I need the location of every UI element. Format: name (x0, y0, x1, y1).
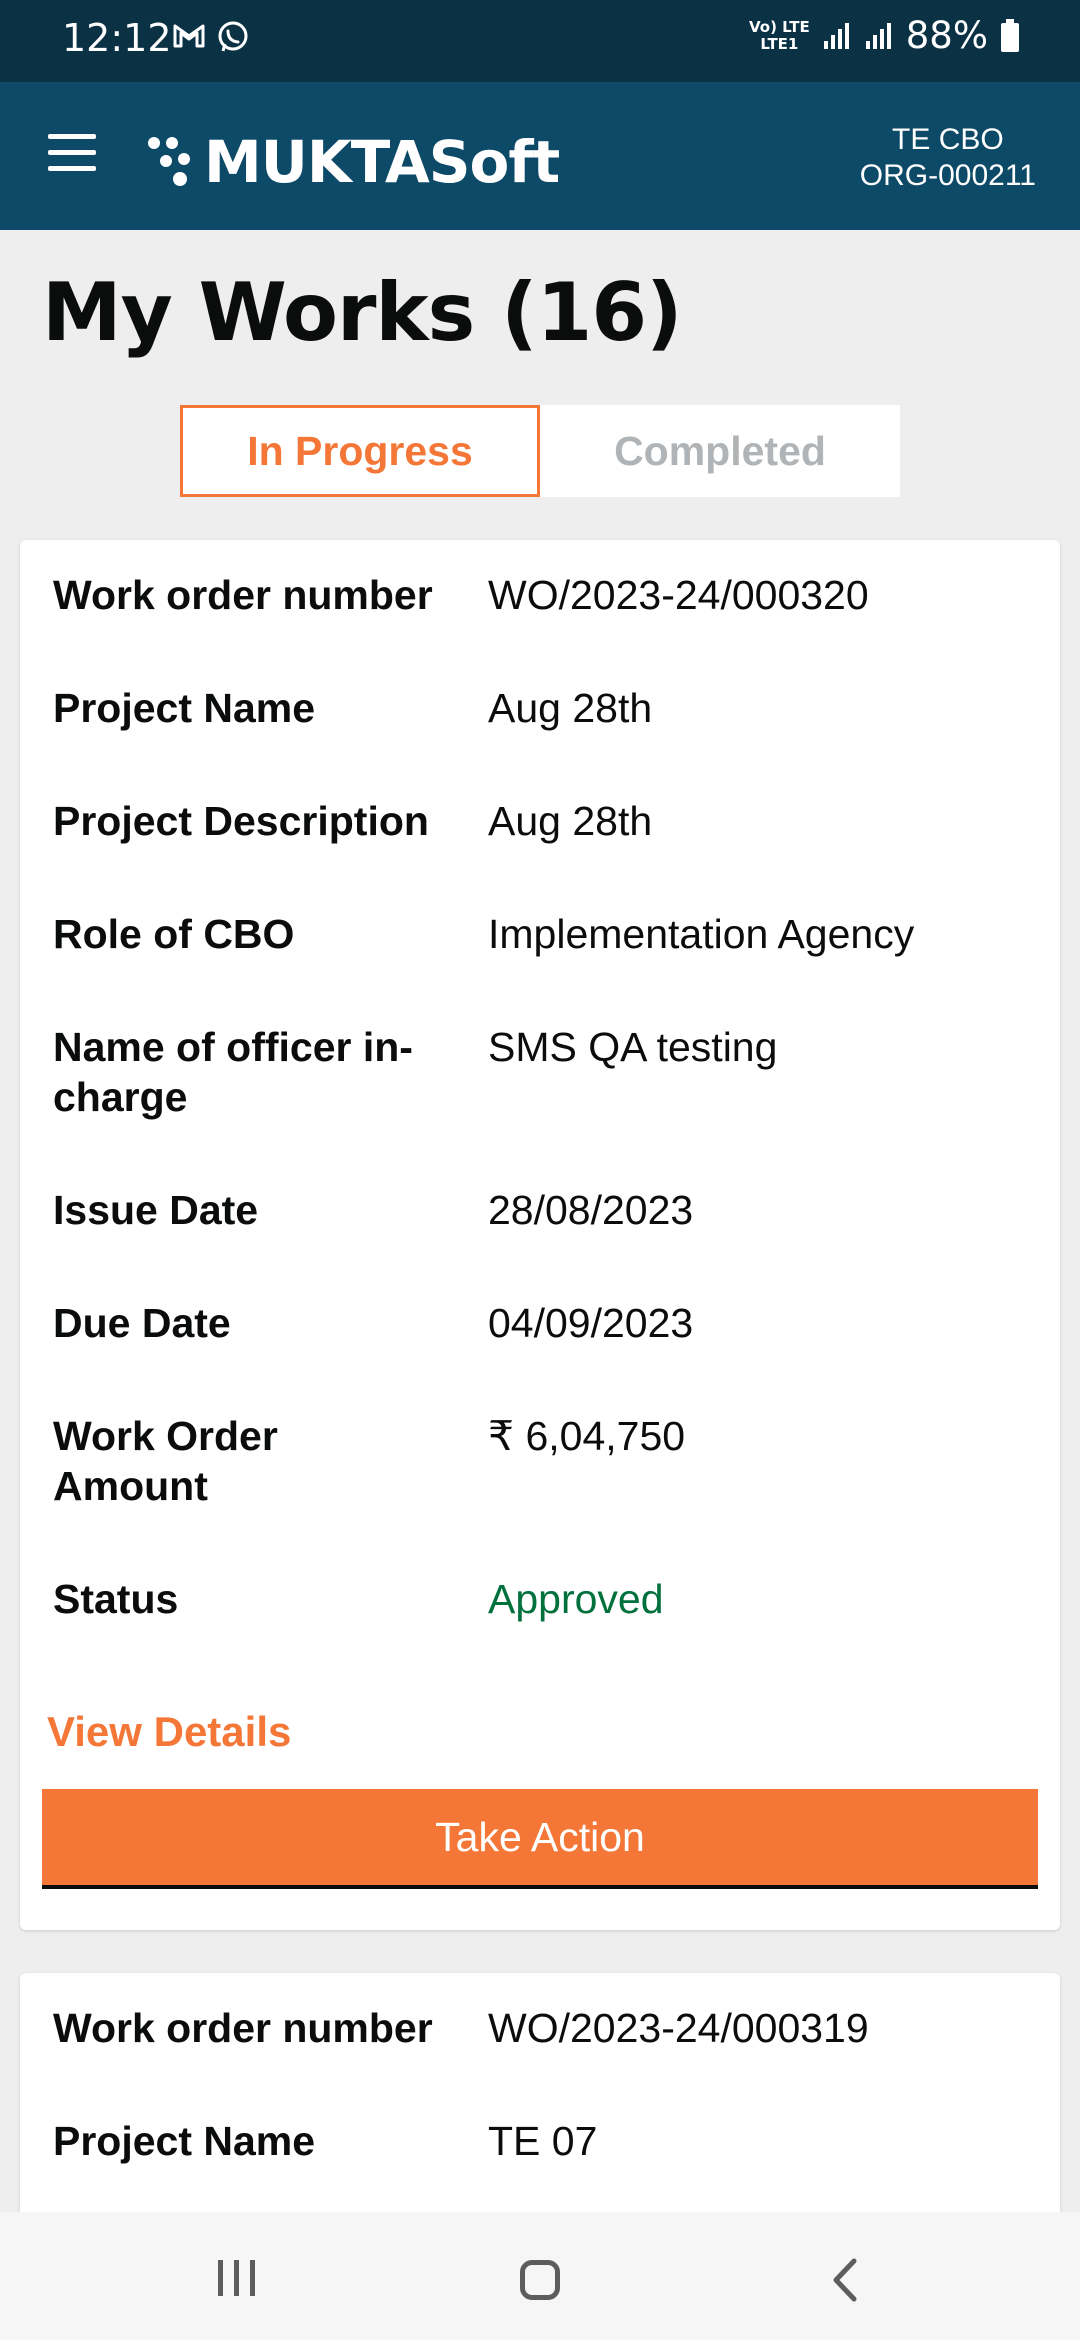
take-action-button[interactable]: Take Action (42, 1789, 1038, 1889)
project-description-value: Aug 28th (488, 798, 653, 844)
app-bar: MUKTASoft TE CBO ORG-000211 (0, 82, 1080, 230)
whatsapp-icon (218, 21, 248, 52)
hamburger-menu-icon[interactable] (48, 134, 98, 174)
work-order-number-value: WO/2023-24/000319 (488, 2005, 869, 2051)
system-nav-bar (0, 2212, 1080, 2340)
project-description-label: Project Description (53, 798, 429, 844)
issue-date-label: Issue Date (53, 1187, 259, 1233)
battery-percent: 88% (905, 14, 988, 57)
issue-date-value: 28/08/2023 (488, 1187, 694, 1233)
org-id: ORG-000211 (859, 159, 1036, 192)
back-icon[interactable] (832, 2258, 858, 2302)
notification-icons (172, 20, 250, 54)
project-name-label: Project Name (53, 2118, 316, 2164)
brand-logo: MUKTASoft (146, 128, 560, 196)
status-bar: 12:12 Vo) LTE LTE1 88% (0, 0, 1080, 82)
tab-completed[interactable]: Completed (540, 405, 900, 497)
org-name: TE CBO (892, 123, 1004, 156)
due-date-value: 04/09/2023 (488, 1300, 694, 1346)
officer-in-charge-label: Name of officer in-charge (53, 1024, 413, 1120)
home-icon[interactable] (520, 2260, 560, 2300)
logo-dots-icon (148, 137, 190, 186)
view-details-link[interactable]: View Details (47, 1708, 291, 1756)
work-order-number-label: Work order number (53, 2005, 433, 2051)
org-info: TE CBO ORG-000211 (860, 122, 1036, 194)
role-of-cbo-value: Implementation Agency (488, 911, 915, 957)
officer-in-charge-value: SMS QA testing (488, 1024, 778, 1070)
signal-icon (823, 22, 849, 49)
due-date-label: Due Date (53, 1300, 231, 1346)
signal-icon-2 (865, 22, 891, 49)
battery-icon (1001, 18, 1019, 52)
status-right: Vo) LTE LTE1 88% (749, 14, 1020, 57)
project-name-value: TE 07 (488, 2118, 598, 2164)
network-label: Vo) LTE LTE1 (749, 17, 810, 53)
work-order-amount-label: Work Order Amount (53, 1413, 278, 1509)
page-title: My Works (16) (42, 266, 683, 359)
work-order-card: Work order number WO/2023-24/000320 Proj… (20, 540, 1060, 1930)
tab-in-progress[interactable]: In Progress (180, 405, 540, 497)
status-label: Status (53, 1576, 179, 1622)
status-tabs: In Progress Completed (180, 405, 900, 497)
status-time: 12:12 (62, 16, 172, 60)
work-order-amount-value: ₹ 6,04,750 (488, 1413, 686, 1459)
work-order-number-value: WO/2023-24/000320 (488, 572, 869, 618)
brand-name: MUKTASoft (204, 128, 560, 196)
project-name-value: Aug 28th (488, 685, 653, 731)
project-name-label: Project Name (53, 685, 316, 731)
work-order-number-label: Work order number (53, 572, 433, 618)
status-badge: Approved (488, 1576, 664, 1622)
role-of-cbo-label: Role of CBO (53, 911, 295, 957)
gmail-icon (173, 24, 205, 48)
recents-icon[interactable] (218, 2260, 255, 2296)
